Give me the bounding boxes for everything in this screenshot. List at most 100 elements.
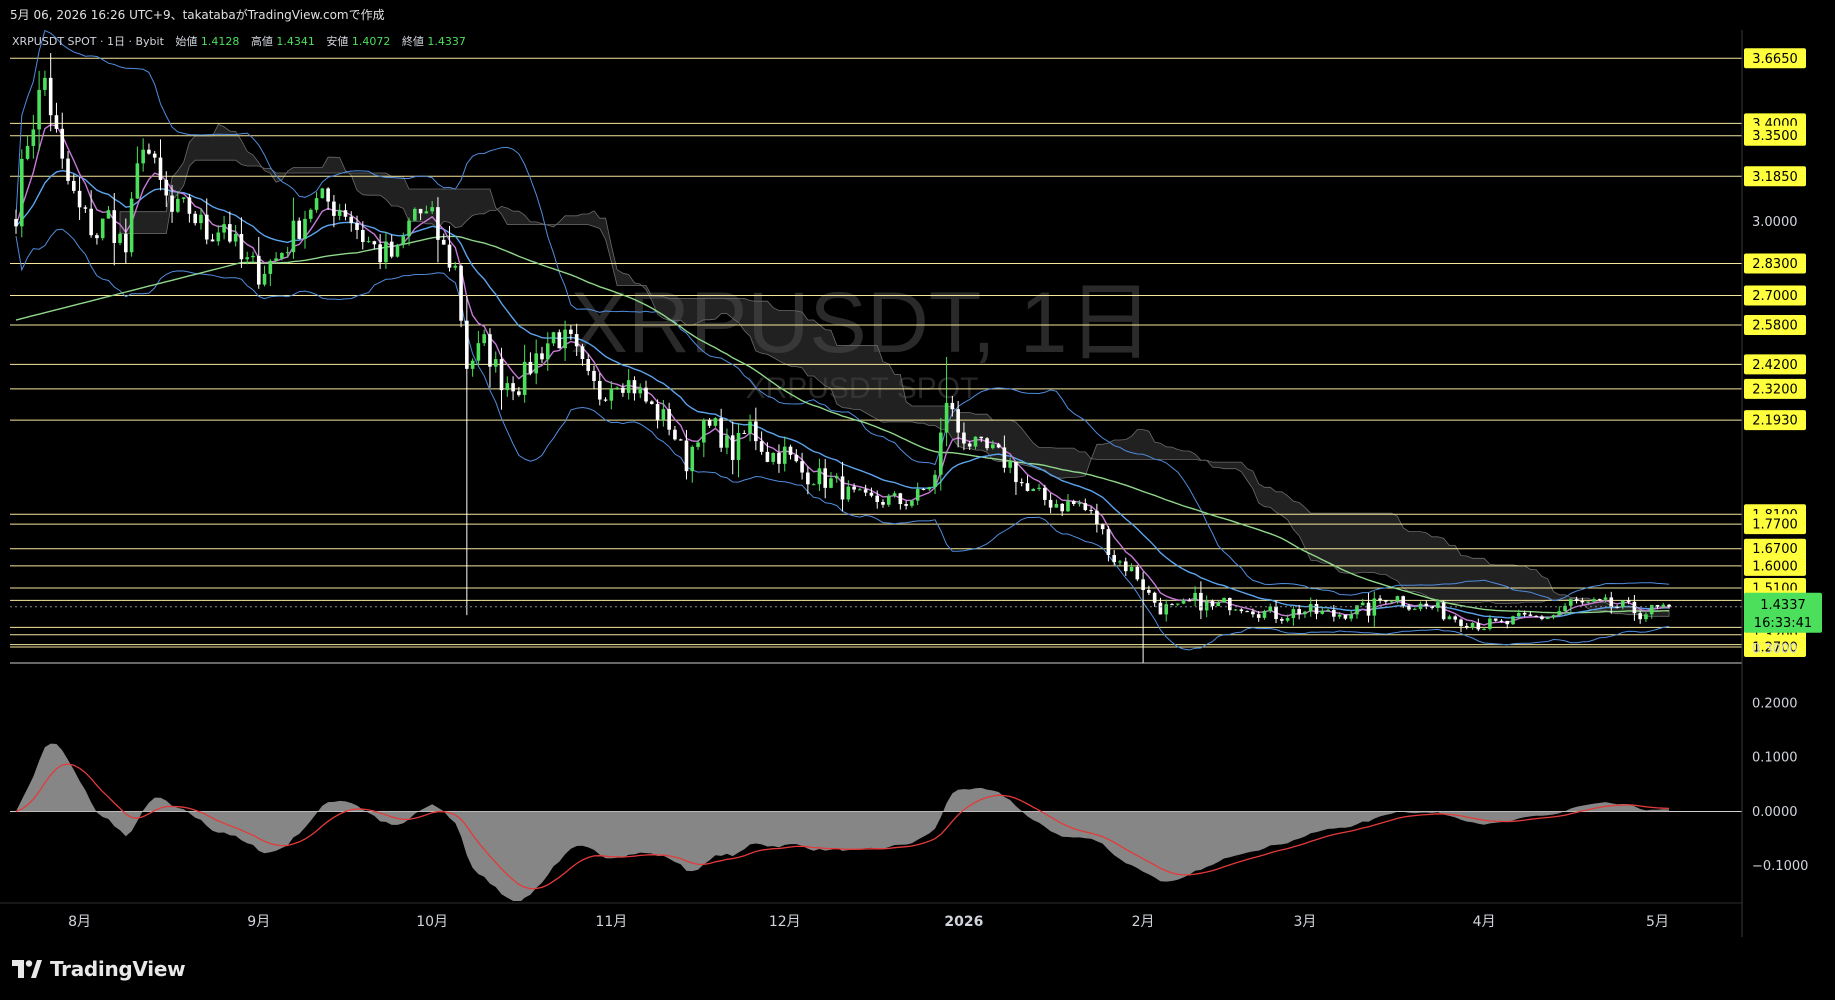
candle[interactable] xyxy=(320,187,325,199)
price-level-badge[interactable]: 1.6000 xyxy=(1744,555,1806,576)
candle[interactable] xyxy=(1274,600,1278,624)
candle[interactable] xyxy=(1245,610,1249,613)
candle[interactable] xyxy=(725,428,729,455)
candle[interactable] xyxy=(915,482,920,506)
candle[interactable] xyxy=(811,483,816,486)
candle[interactable] xyxy=(476,330,481,366)
candle[interactable] xyxy=(898,492,903,510)
candle[interactable] xyxy=(1551,614,1556,620)
candle[interactable] xyxy=(89,190,93,238)
price-level-badge[interactable]: 2.7000 xyxy=(1744,285,1806,306)
candle[interactable] xyxy=(1511,615,1515,625)
candle[interactable] xyxy=(210,233,215,242)
candle[interactable] xyxy=(314,192,319,213)
candle[interactable] xyxy=(794,449,799,463)
candle[interactable] xyxy=(644,380,648,404)
candle[interactable] xyxy=(528,352,533,376)
candle[interactable] xyxy=(933,470,937,495)
candle[interactable] xyxy=(834,473,839,483)
candle[interactable] xyxy=(667,402,671,436)
price-chart[interactable]: XRPUSDT, 1日 XRPUSDT SPOT 3.66503.40003.3… xyxy=(0,0,1835,937)
candle[interactable] xyxy=(158,139,163,191)
candle[interactable] xyxy=(655,399,660,429)
candle[interactable] xyxy=(274,252,278,262)
candle[interactable] xyxy=(910,500,914,508)
candle[interactable] xyxy=(488,328,492,388)
candle[interactable] xyxy=(1280,617,1284,624)
candle[interactable] xyxy=(72,174,76,194)
candle[interactable] xyxy=(54,102,59,133)
candle[interactable] xyxy=(522,344,527,403)
candle[interactable] xyxy=(1083,498,1088,512)
price-axis[interactable]: 3.66503.40003.35003.18502.83002.70002.58… xyxy=(1744,48,1822,874)
candle[interactable] xyxy=(1100,523,1105,535)
candle[interactable] xyxy=(1048,493,1053,514)
candle[interactable] xyxy=(66,151,70,185)
candle[interactable] xyxy=(1095,503,1099,533)
candle[interactable] xyxy=(37,70,41,151)
candle[interactable] xyxy=(25,135,30,161)
candle[interactable] xyxy=(609,381,614,410)
candle[interactable] xyxy=(1447,614,1452,620)
candle[interactable] xyxy=(187,193,192,223)
candle[interactable] xyxy=(1019,478,1024,487)
price-level-badge[interactable]: 1.7700 xyxy=(1744,514,1806,535)
candle[interactable] xyxy=(106,206,111,219)
candle[interactable] xyxy=(239,217,244,268)
candle[interactable] xyxy=(343,203,348,221)
candle[interactable] xyxy=(650,400,654,405)
candle[interactable] xyxy=(829,472,833,489)
candle[interactable] xyxy=(465,295,469,616)
candle[interactable] xyxy=(1170,603,1174,606)
price-level-badge[interactable]: 3.3500 xyxy=(1744,125,1806,146)
candle[interactable] xyxy=(1054,499,1059,508)
candle[interactable] xyxy=(540,346,544,364)
candle[interactable] xyxy=(326,187,330,210)
candle[interactable] xyxy=(615,386,619,391)
candle[interactable] xyxy=(534,339,538,385)
candle[interactable] xyxy=(407,217,411,246)
candle[interactable] xyxy=(112,193,117,266)
candle[interactable] xyxy=(557,329,562,349)
candle[interactable] xyxy=(505,376,510,397)
candle[interactable] xyxy=(1459,618,1463,632)
candle[interactable] xyxy=(499,347,504,410)
candle[interactable] xyxy=(395,243,400,258)
candle[interactable] xyxy=(1482,627,1486,631)
candle[interactable] xyxy=(256,236,261,289)
candle[interactable] xyxy=(222,215,226,240)
candle[interactable] xyxy=(1268,603,1273,614)
candle[interactable] xyxy=(1141,571,1145,667)
candle[interactable] xyxy=(1332,604,1336,622)
candle[interactable] xyxy=(285,246,290,258)
candle[interactable] xyxy=(730,421,735,475)
candle[interactable] xyxy=(1193,586,1197,606)
candle[interactable] xyxy=(1199,581,1203,620)
candle[interactable] xyxy=(470,358,475,377)
candle[interactable] xyxy=(31,114,36,159)
candle[interactable] xyxy=(771,452,775,465)
candle[interactable] xyxy=(748,414,752,442)
candle[interactable] xyxy=(1037,483,1041,491)
candle[interactable] xyxy=(1349,610,1353,622)
candle[interactable] xyxy=(788,444,793,460)
candle[interactable] xyxy=(817,458,822,491)
candle[interactable] xyxy=(147,143,151,155)
candle[interactable] xyxy=(1181,598,1186,605)
candle[interactable] xyxy=(1112,550,1116,566)
current-price-badge[interactable]: 1.4337 16:33:41 xyxy=(1744,592,1822,633)
candle[interactable] xyxy=(863,484,868,497)
candle[interactable] xyxy=(95,233,99,245)
candle[interactable] xyxy=(332,195,336,228)
candle[interactable] xyxy=(100,218,105,241)
price-level-badge[interactable]: 2.1930 xyxy=(1744,410,1806,431)
candle[interactable] xyxy=(1025,475,1030,492)
candle[interactable] xyxy=(1135,565,1140,582)
candle[interactable] xyxy=(1291,606,1296,626)
candle[interactable] xyxy=(563,320,567,361)
candle[interactable] xyxy=(754,407,758,451)
candle[interactable] xyxy=(141,138,145,172)
candle[interactable] xyxy=(702,418,706,458)
candle[interactable] xyxy=(216,225,221,246)
candle[interactable] xyxy=(673,425,677,441)
